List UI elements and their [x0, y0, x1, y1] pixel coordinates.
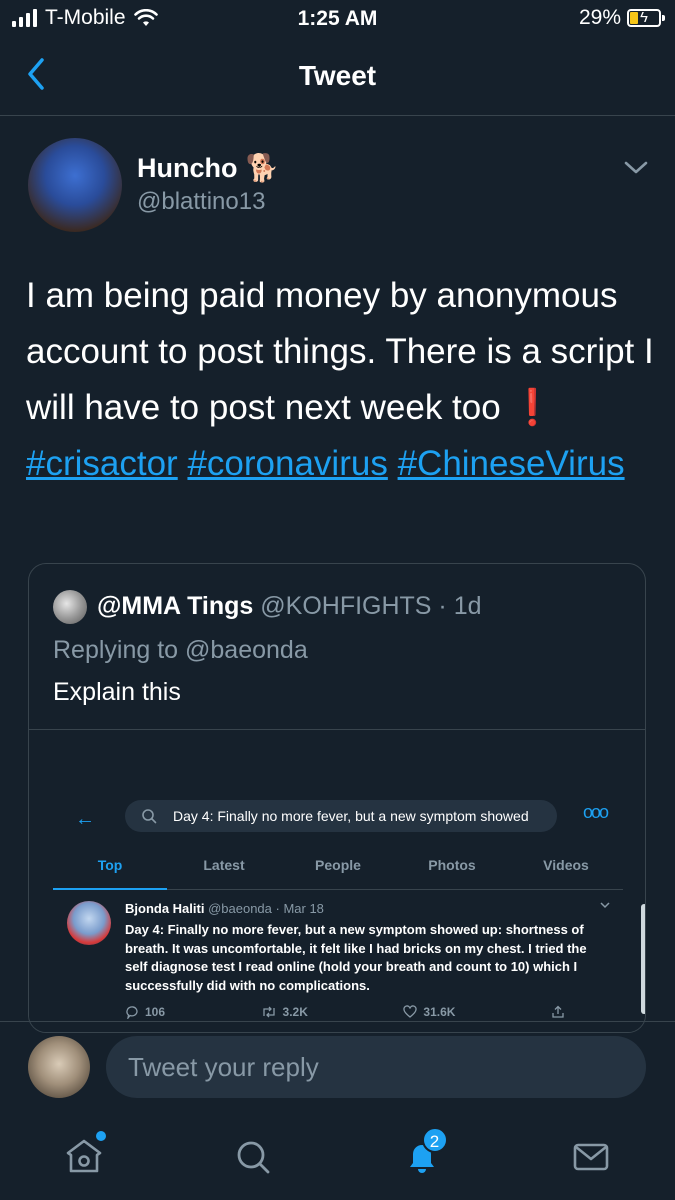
tweet-text: I am being paid money by anonymous accou…: [26, 268, 656, 492]
battery-percent: 29%: [578, 6, 621, 29]
screenshot-name: Bjonda Haliti: [125, 901, 205, 916]
tab-notifications[interactable]: 2: [338, 1117, 507, 1200]
screenshot-retweets: 3.2K: [261, 1005, 308, 1019]
search-icon: [237, 1141, 270, 1174]
notifications-badge: 2: [421, 1127, 448, 1153]
chevron-down-icon: [600, 902, 610, 909]
screenshot-search-bar: Day 4: Finally no more fever, but a new …: [125, 800, 557, 832]
screenshot-tweet-text: Day 4: Finally no more fever, but a new …: [125, 922, 587, 993]
tab-messages[interactable]: [506, 1117, 675, 1200]
screenshot-likes-count: 31.6K: [423, 1005, 456, 1019]
retweet-icon: [262, 1006, 275, 1018]
reply-bar: [0, 1021, 675, 1117]
battery-charging-icon: ϟ: [627, 9, 665, 27]
screenshot-tab-photos: Photos: [428, 857, 476, 873]
home-new-dot: [96, 1131, 106, 1141]
quote-body: Explain this: [53, 678, 181, 706]
quote-header: @MMA Tings @KOHFIGHTS · 1d: [97, 592, 482, 621]
screenshot-tab-people: People: [315, 857, 361, 873]
embedded-screenshot: ← Day 4: Finally no more fever, but a ne…: [53, 800, 623, 1032]
arrow-left-icon: ←: [75, 808, 95, 830]
screenshot-tab-top: Top: [53, 850, 167, 890]
tab-bar: 2: [0, 1117, 675, 1200]
quoted-tweet-card[interactable]: @MMA Tings @KOHFIGHTS · 1d Replying to @…: [28, 563, 646, 1033]
screenshot-stats: 106 3.2K 31.6K: [125, 1005, 565, 1019]
media-scrollbar: [641, 904, 645, 1014]
home-icon: [67, 1139, 102, 1173]
quote-replying-to: Replying to @baeonda: [53, 636, 308, 664]
mail-icon: [573, 1143, 608, 1171]
nav-bar: Tweet: [0, 38, 675, 116]
my-avatar[interactable]: [28, 1036, 90, 1098]
screenshot-handle: @baeonda: [208, 901, 272, 916]
screenshot-share: [551, 1005, 565, 1019]
quote-avatar: [53, 590, 87, 624]
author-handle[interactable]: @blattino13: [137, 188, 265, 216]
screenshot-retweets-count: 3.2K: [282, 1005, 308, 1019]
more-dots-icon: ooo: [583, 802, 609, 822]
screenshot-tab-latest: Latest: [203, 857, 245, 873]
dog-emoji: 🐕: [245, 153, 280, 183]
screenshot-search-text: Day 4: Finally no more fever, but a new …: [173, 808, 529, 824]
screenshot-likes: 31.6K: [403, 1005, 455, 1019]
tab-home[interactable]: [0, 1117, 169, 1200]
quote-name: @MMA Tings: [97, 592, 254, 620]
battery-nub: [662, 15, 665, 21]
screenshot-date: · Mar 18: [271, 901, 324, 916]
screenshot-replies: 106: [125, 1005, 165, 1019]
bolt-icon: ϟ: [640, 9, 648, 26]
share-icon: [552, 1005, 564, 1018]
screenshot-avatar: [67, 901, 111, 945]
status-bar: T-Mobile 1:25 AM 29% ϟ: [0, 0, 675, 38]
quote-media[interactable]: ← Day 4: Finally no more fever, but a ne…: [29, 729, 645, 1032]
heart-icon: [403, 1005, 418, 1018]
screenshot-replies-count: 106: [145, 1005, 166, 1019]
reply-input[interactable]: [106, 1036, 646, 1098]
status-right: 29% ϟ: [578, 6, 665, 30]
exclamation-emoji: ❗: [510, 388, 555, 427]
tweet-options-chevron-down-icon[interactable]: [621, 152, 651, 182]
search-icon: [142, 809, 157, 824]
hashtag-crisactor[interactable]: #crisactor: [26, 444, 178, 483]
author-avatar[interactable]: [28, 138, 122, 232]
quote-time: · 1d: [431, 592, 482, 620]
author-name[interactable]: Huncho 🐕: [137, 152, 279, 184]
hashtag-chinesevirus[interactable]: #ChineseVirus: [398, 444, 625, 483]
battery-fill: [630, 12, 638, 24]
screenshot-tweet: Bjonda Haliti @baeonda · Mar 18 Day 4: F…: [53, 891, 623, 1032]
screenshot-tab-videos: Videos: [543, 857, 589, 873]
screenshot-tweet-header: Bjonda Haliti @baeonda · Mar 18: [125, 901, 324, 916]
reply-icon: [126, 1006, 138, 1019]
clock: 1:25 AM: [297, 7, 378, 30]
page-title: Tweet: [298, 60, 377, 91]
tweet-body: I am being paid money by anonymous accou…: [26, 276, 654, 427]
hashtag-coronavirus[interactable]: #coronavirus: [187, 444, 387, 483]
tab-search[interactable]: [169, 1117, 338, 1200]
screenshot-tabs: Top Latest People Photos Videos: [53, 850, 623, 890]
quote-handle: @KOHFIGHTS: [260, 592, 432, 620]
author-name-text: Huncho: [137, 152, 238, 183]
